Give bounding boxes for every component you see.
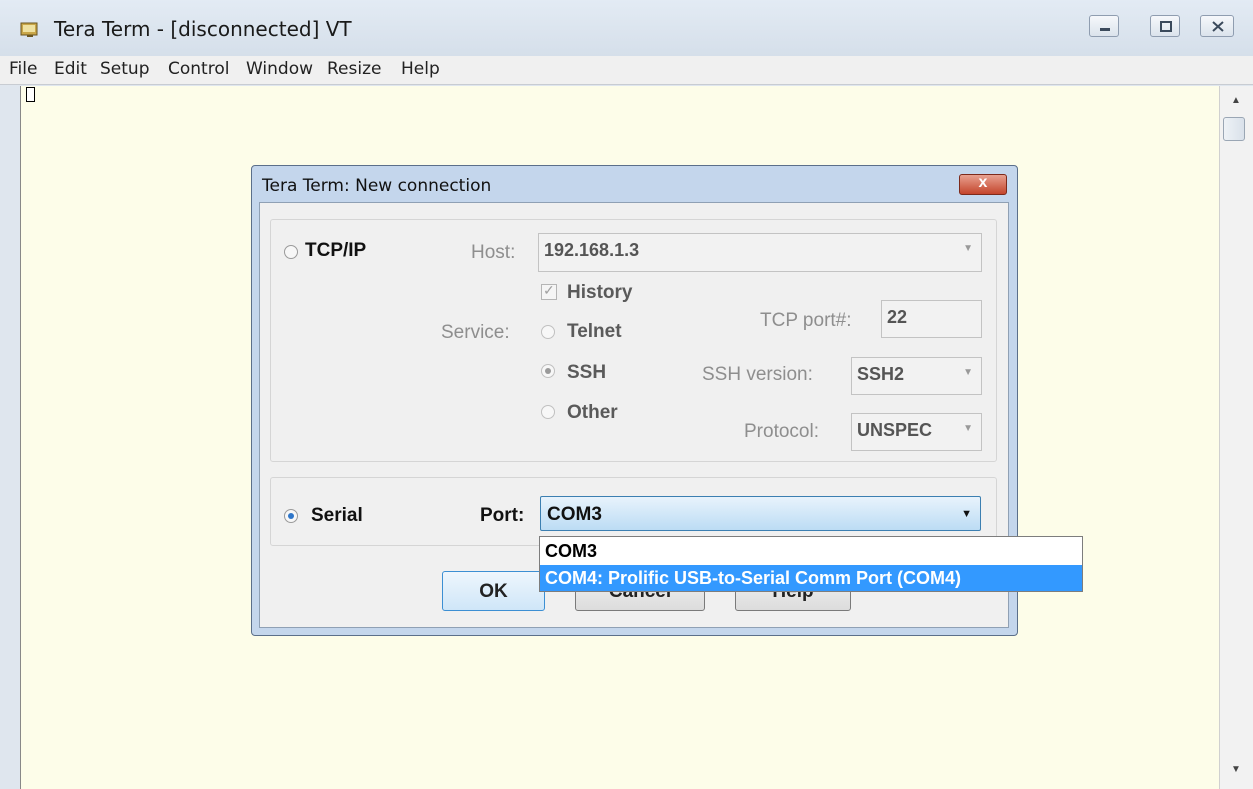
- ssh-label: SSH: [567, 362, 607, 383]
- checkmark-icon: ✓: [543, 282, 555, 298]
- chevron-down-icon: ▼: [963, 243, 973, 254]
- host-label: Host:: [471, 242, 516, 263]
- title-bar[interactable]: Tera Term - [disconnected] VT: [0, 0, 1253, 56]
- service-label: Service:: [441, 322, 510, 343]
- port-combobox[interactable]: COM3 ▼: [540, 496, 981, 531]
- close-window-button[interactable]: [1200, 15, 1234, 37]
- protocol-select[interactable]: UNSPEC ▼: [851, 413, 982, 451]
- terminal-cursor: [26, 87, 35, 102]
- menu-edit[interactable]: Edit: [54, 59, 87, 79]
- protocol-label: Protocol:: [744, 421, 819, 442]
- close-icon: x: [978, 174, 988, 191]
- tcp-port-value: 22: [887, 307, 908, 327]
- dialog-close-button[interactable]: x: [959, 174, 1007, 195]
- menu-window[interactable]: Window: [246, 59, 313, 79]
- ok-label: OK: [479, 581, 508, 602]
- maximize-button[interactable]: [1150, 15, 1180, 37]
- serial-radio[interactable]: [284, 509, 298, 523]
- port-option-label: COM4: Prolific USB-to-Serial Comm Port (…: [545, 568, 962, 588]
- host-value: 192.168.1.3: [544, 240, 640, 260]
- scrollbar-thumb[interactable]: [1223, 117, 1245, 141]
- chevron-down-icon: ▼: [963, 423, 973, 434]
- serial-label: Serial: [311, 505, 363, 526]
- telnet-radio[interactable]: [541, 325, 555, 339]
- chevron-down-icon: ▼: [963, 367, 973, 378]
- tcpip-label: TCP/IP: [305, 240, 367, 261]
- menu-bar: File Edit Setup Control Window Resize He…: [0, 56, 1253, 85]
- ssh-version-value: SSH2: [857, 364, 905, 384]
- other-radio[interactable]: [541, 405, 555, 419]
- port-option-label: COM3: [545, 541, 598, 561]
- menu-resize[interactable]: Resize: [327, 59, 381, 79]
- ssh-version-select[interactable]: SSH2 ▼: [851, 357, 982, 395]
- port-value: COM3: [547, 504, 602, 525]
- ssh-radio[interactable]: [541, 364, 555, 378]
- dialog-title: Tera Term: New connection: [262, 176, 492, 196]
- minimize-button[interactable]: [1089, 15, 1119, 37]
- protocol-value: UNSPEC: [857, 420, 933, 440]
- menu-setup[interactable]: Setup: [100, 59, 149, 79]
- host-combobox[interactable]: 192.168.1.3 ▼: [538, 233, 982, 272]
- telnet-label: Telnet: [567, 321, 622, 342]
- port-option[interactable]: COM3: [540, 538, 1082, 564]
- menu-file[interactable]: File: [9, 59, 37, 79]
- history-label: History: [567, 282, 633, 303]
- history-checkbox[interactable]: ✓: [541, 282, 557, 300]
- ok-button[interactable]: OK: [442, 571, 545, 611]
- tcp-port-input[interactable]: 22: [881, 300, 982, 338]
- close-icon: [1212, 21, 1224, 32]
- other-label: Other: [567, 402, 618, 423]
- window-title: Tera Term - [disconnected] VT: [54, 17, 352, 41]
- restore-icon: [1160, 21, 1172, 32]
- menu-control[interactable]: Control: [168, 59, 229, 79]
- chevron-down-icon: ▼: [961, 508, 972, 520]
- tcpip-radio[interactable]: [284, 245, 298, 259]
- port-option-highlighted[interactable]: COM4: Prolific USB-to-Serial Comm Port (…: [540, 565, 1082, 591]
- port-dropdown-list: COM3 COM4: Prolific USB-to-Serial Comm P…: [539, 536, 1083, 592]
- minimize-icon: [1100, 28, 1110, 31]
- tera-term-app-icon: [20, 22, 38, 37]
- port-label: Port:: [480, 505, 525, 526]
- scroll-down-icon[interactable]: ▼: [1231, 764, 1241, 775]
- menu-help[interactable]: Help: [401, 59, 440, 79]
- vertical-scrollbar[interactable]: [1219, 86, 1253, 789]
- tcp-port-label: TCP port#:: [760, 310, 852, 331]
- scroll-up-icon[interactable]: ▲: [1231, 95, 1241, 106]
- ssh-version-label: SSH version:: [702, 364, 813, 385]
